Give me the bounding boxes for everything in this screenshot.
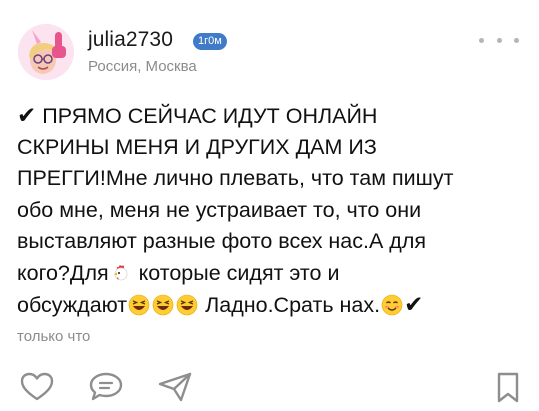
bookmark-icon xyxy=(497,372,519,403)
avatar-image xyxy=(18,24,74,80)
laughing-emoji-icon xyxy=(152,294,174,316)
share-button[interactable] xyxy=(157,372,193,402)
like-button[interactable] xyxy=(20,372,54,402)
bookmark-button[interactable] xyxy=(496,372,520,404)
post-line: ПРЕГГИ!Мне лично плевать, что там пишут xyxy=(17,166,454,190)
more-dot-icon xyxy=(514,37,519,43)
checkmark-icon: ✔ xyxy=(404,291,424,317)
post-line: выставляют разные фото всех нас.А для xyxy=(17,229,427,253)
avatar[interactable] xyxy=(18,24,74,80)
post-line: кого?Для которые сидят это и xyxy=(17,260,340,285)
post-line: СКРИНЫ МЕНЯ И ДРУГИХ ДАМ ИЗ xyxy=(17,134,377,159)
more-dot-icon xyxy=(496,37,502,43)
time-badge: 1г0м xyxy=(193,33,227,50)
more-options-button[interactable] xyxy=(479,30,519,50)
timestamp: только что xyxy=(17,328,91,345)
laughing-emoji-icon xyxy=(128,294,150,316)
post-text: ✔ ПРЯМО СЕЙЧАС ИДУТ ОНЛАЙН СКРИНЫ МЕНЯ И… xyxy=(17,100,527,321)
heart-icon xyxy=(20,372,54,401)
laughing-emoji-icon xyxy=(176,294,198,316)
post-line: обо мне, меня не устраивает то, что они xyxy=(17,197,422,222)
post-line: обсуждают Ладно.Срать нах. ✔ xyxy=(17,291,424,317)
comment-icon xyxy=(89,372,123,401)
post-card: julia2730 1г0м Россия, Москва ✔ ПРЯМО СЕ… xyxy=(0,0,539,411)
comment-button[interactable] xyxy=(89,372,123,402)
more-dot-icon xyxy=(479,37,484,43)
rooster-emoji-icon xyxy=(113,264,128,280)
username[interactable]: julia2730 xyxy=(88,28,173,52)
post-line: ✔ ПРЯМО СЕЙЧАС ИДУТ ОНЛАЙН xyxy=(17,102,378,128)
share-icon xyxy=(158,372,192,402)
smiling-emoji-icon xyxy=(381,294,403,316)
checkmark-icon: ✔ xyxy=(17,102,37,128)
location[interactable]: Россия, Москва xyxy=(88,58,197,75)
